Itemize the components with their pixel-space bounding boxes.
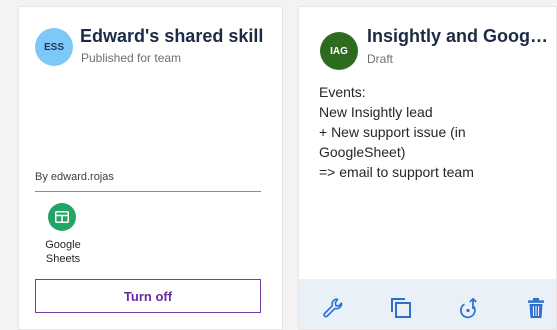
description-line: + New support issue (in <box>319 124 466 140</box>
status-text: Draft <box>367 52 394 66</box>
status-text: Published for team <box>81 51 182 65</box>
duplicate-icon[interactable] <box>388 295 414 321</box>
skill-card-insightly-and-google[interactable]: IAG Insightly and Google... Draft Events… <box>298 6 557 330</box>
share-icon[interactable] <box>455 295 481 321</box>
avatar: IAG <box>320 32 358 70</box>
description-line: Events: <box>319 84 366 100</box>
card-title[interactable]: Edward's shared skill <box>80 26 280 47</box>
author-label: By edward.rojas <box>35 171 114 183</box>
skill-description: Events: New Insightly lead + New support… <box>319 82 549 182</box>
description-line: New Insightly lead <box>319 104 433 120</box>
skill-card-edwards-shared-skill[interactable]: ESS Edward's shared skill Published for … <box>18 6 283 330</box>
google-sheets-icon <box>48 203 76 231</box>
divider <box>35 191 261 192</box>
card-title[interactable]: Insightly and Google... <box>367 26 552 47</box>
turn-off-button[interactable]: Turn off <box>35 279 261 313</box>
app-name-label: Google Sheets <box>45 239 81 265</box>
trash-icon[interactable] <box>523 295 549 321</box>
wrench-icon[interactable] <box>320 295 346 321</box>
card-toolbar <box>299 279 556 329</box>
description-line: => email to support team <box>319 164 474 180</box>
avatar: ESS <box>35 28 73 66</box>
description-line: GoogleSheet) <box>319 144 406 160</box>
